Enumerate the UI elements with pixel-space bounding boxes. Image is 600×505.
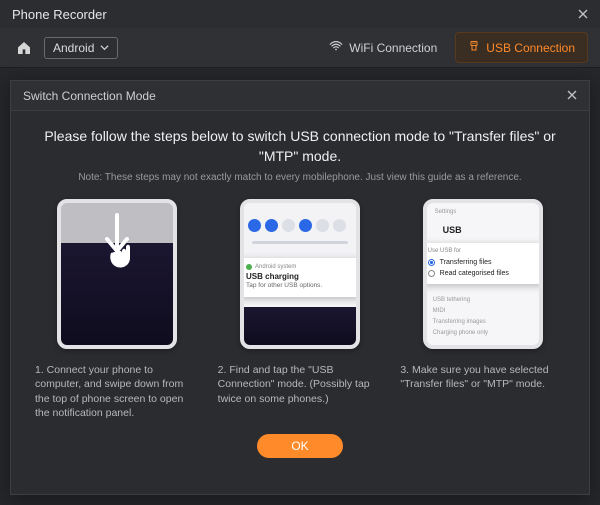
- step-3-text: 3. Make sure you have selected "Transfer…: [400, 363, 565, 391]
- usb-icon: [468, 39, 480, 56]
- home-button[interactable]: [12, 36, 36, 60]
- app-title: Phone Recorder: [12, 7, 107, 22]
- titlebar: Phone Recorder: [0, 0, 600, 28]
- usb-option-label: Read categorised files: [440, 270, 509, 277]
- wifi-connection-tab[interactable]: WiFi Connection: [317, 33, 449, 62]
- usb-option-label: Transferring files: [440, 259, 492, 266]
- chevron-down-icon: [100, 41, 109, 55]
- wifi-tab-label: WiFi Connection: [349, 41, 437, 55]
- notification-system-label: Android system: [246, 264, 354, 270]
- radio-icon: [428, 270, 435, 277]
- usb-tab-label: USB Connection: [486, 41, 575, 55]
- toolbar: Android WiFi Connection USB Connection: [0, 28, 600, 68]
- modal-body: Please follow the steps below to switch …: [11, 111, 589, 494]
- settings-item: Charging phone only: [433, 330, 533, 336]
- notification-title: USB charging: [246, 272, 354, 281]
- settings-item: MIDI: [433, 308, 533, 314]
- wifi-icon: [329, 39, 343, 56]
- step-3: Settings USB Use USB for Transferring fi…: [400, 199, 565, 420]
- switch-connection-modal: Switch Connection Mode Please follow the…: [10, 80, 590, 495]
- swipe-down-icon: [95, 211, 139, 280]
- phone-mock-swipe: [57, 199, 177, 349]
- modal-close-button[interactable]: [567, 88, 577, 103]
- modal-title: Switch Connection Mode: [23, 89, 156, 103]
- phone-mock-notification: Android system USB charging Tap for othe…: [240, 199, 360, 349]
- modal-headline: Please follow the steps below to switch …: [31, 127, 569, 166]
- modal-note: Note: These steps may not exactly match …: [31, 172, 569, 183]
- window-close-button[interactable]: [578, 6, 588, 22]
- notification-subtitle: Tap for other USB options.: [246, 282, 354, 289]
- phone-mock-settings: Settings USB Use USB for Transferring fi…: [423, 199, 543, 349]
- settings-item: USB tethering: [433, 297, 533, 303]
- step-1: 1. Connect your phone to computer, and s…: [35, 199, 200, 420]
- settings-item: Transferring images: [433, 319, 533, 325]
- step-2: Android system USB charging Tap for othe…: [218, 199, 383, 420]
- ok-button[interactable]: OK: [257, 434, 342, 458]
- radio-icon: [428, 259, 435, 266]
- usb-notification-card: Android system USB charging Tap for othe…: [240, 258, 360, 297]
- usb-options-group-label: Use USB for: [428, 248, 538, 254]
- step-2-text: 2. Find and tap the "USB Connection" mod…: [218, 363, 383, 406]
- usb-options-card: Use USB for Transferring files Read cate…: [423, 243, 543, 284]
- os-select[interactable]: Android: [44, 37, 118, 59]
- step-1-text: 1. Connect your phone to computer, and s…: [35, 363, 200, 420]
- settings-title: USB: [443, 225, 462, 235]
- usb-connection-tab[interactable]: USB Connection: [455, 32, 588, 63]
- settings-back-label: Settings: [435, 209, 457, 215]
- modal-header: Switch Connection Mode: [11, 81, 589, 111]
- os-select-label: Android: [53, 41, 94, 55]
- steps-row: 1. Connect your phone to computer, and s…: [31, 199, 569, 420]
